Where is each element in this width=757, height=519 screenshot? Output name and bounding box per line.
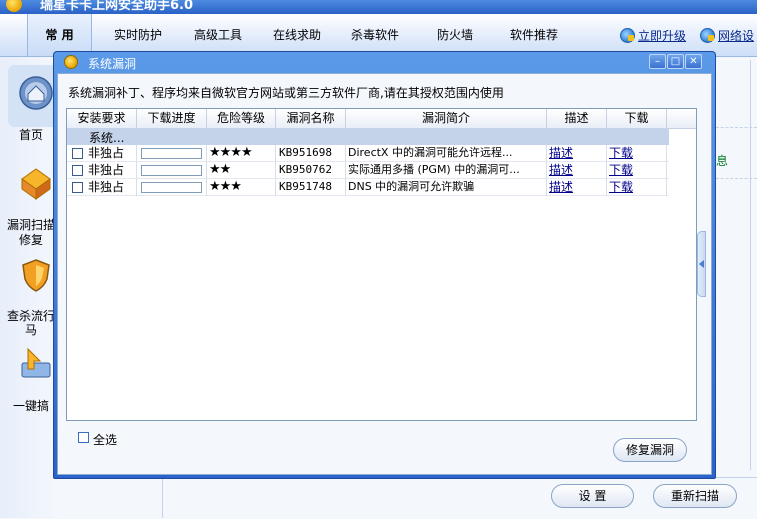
- home-icon: [19, 76, 53, 110]
- maximize-button[interactable]: □: [667, 54, 684, 69]
- tab-antivirus[interactable]: 杀毒软件: [342, 14, 408, 56]
- download-link[interactable]: 下载: [607, 145, 667, 162]
- dialog-intro-text: 系统漏洞补丁、程序均来自微软官方网站或第三方软件厂商,请在其授权范围内使用: [68, 86, 504, 100]
- group-label: 系统...: [89, 131, 125, 145]
- danger-level: ★★★★: [207, 145, 276, 162]
- system-vuln-dialog: 系统漏洞 – □ ✕ 系统漏洞补丁、程序均来自微软官方网站或第三方软件厂商,请在…: [53, 51, 716, 479]
- vuln-list-header: 安装要求 下载进度 危险等级 漏洞名称 漏洞简介 描述 下载: [67, 109, 696, 129]
- danger-level: ★★: [207, 162, 276, 179]
- tab-online-help[interactable]: 在线求助: [264, 14, 330, 56]
- dialog-titlebar[interactable]: 系统漏洞 – □ ✕: [54, 52, 715, 73]
- vuln-brief: DirectX 中的漏洞可能允许远程...: [346, 145, 547, 162]
- tab-common[interactable]: 常 用: [27, 14, 92, 56]
- col-filler: [667, 109, 696, 128]
- vuln-brief: 实际通用多播 (PGM) 中的漏洞可...: [346, 162, 547, 179]
- install-cell: 非独占: [67, 179, 137, 196]
- app-titlebar: 瑞星卡卡上网安全助手6.0: [0, 0, 757, 14]
- vuln-scan-icon: [21, 168, 51, 200]
- right-panel-divider: [716, 127, 757, 128]
- dialog-body: 系统漏洞补丁、程序均来自微软官方网站或第三方软件厂商,请在其授权范围内使用 安装…: [57, 73, 712, 475]
- tab-realtime-protection[interactable]: 实时防护: [105, 14, 171, 56]
- minimize-button[interactable]: –: [649, 54, 666, 69]
- install-req: 非独占: [88, 163, 125, 177]
- progress-cell: [137, 179, 207, 196]
- progress-cell: [137, 162, 207, 179]
- col-danger-level[interactable]: 危险等级: [207, 109, 276, 128]
- col-description[interactable]: 描述: [547, 109, 607, 128]
- download-progress-bar: [141, 148, 202, 159]
- table-row[interactable]: 非独占 ★★★★ KB951698 DirectX 中的漏洞可能允许远程... …: [67, 145, 669, 162]
- install-req: 非独占: [88, 146, 125, 160]
- one-click-icon: [21, 347, 51, 378]
- table-row[interactable]: 非独占 ★★ KB950762 实际通用多播 (PGM) 中的漏洞可... 描述…: [67, 162, 669, 179]
- tab-advanced-tools[interactable]: 高级工具: [185, 14, 251, 56]
- close-button[interactable]: ✕: [685, 54, 702, 69]
- dialog-title: 系统漏洞: [88, 57, 137, 71]
- upgrade-icon: [620, 28, 635, 43]
- select-all-checkbox[interactable]: [78, 432, 89, 443]
- tab-firewall[interactable]: 防火墙: [422, 14, 488, 56]
- col-download[interactable]: 下载: [607, 109, 667, 128]
- vuln-name: KB950762: [276, 162, 346, 179]
- col-download-progress[interactable]: 下载进度: [137, 109, 207, 128]
- download-progress-bar: [141, 182, 202, 193]
- tab-software-recommend[interactable]: 软件推荐: [500, 14, 568, 56]
- network-settings-link[interactable]: 网络设: [700, 28, 754, 44]
- upgrade-now-link[interactable]: 立即升级: [620, 28, 686, 44]
- describe-link[interactable]: 描述: [547, 162, 607, 179]
- repair-vuln-button[interactable]: 修复漏洞: [613, 438, 687, 462]
- app-logo-icon: [6, 0, 22, 12]
- rescan-button[interactable]: 重新扫描: [653, 484, 737, 508]
- shield-icon: [22, 259, 50, 292]
- vuln-name: KB951698: [276, 145, 346, 162]
- right-panel-border: [750, 60, 757, 470]
- right-panel-divider: [716, 178, 757, 179]
- install-cell: 非独占: [67, 162, 137, 179]
- danger-level: ★★★: [207, 179, 276, 196]
- vuln-brief: DNS 中的漏洞可允许欺骗: [346, 179, 547, 196]
- download-link[interactable]: 下载: [607, 179, 667, 196]
- app-title: 瑞星卡卡上网安全助手6.0: [40, 0, 194, 13]
- vuln-list: 安装要求 下载进度 危险等级 漏洞名称 漏洞简介 描述 下载 系统... 非独占: [66, 108, 697, 421]
- install-cell: 非独占: [67, 145, 137, 162]
- settings-button[interactable]: 设 置: [551, 484, 634, 508]
- install-req: 非独占: [88, 180, 125, 194]
- row-checkbox[interactable]: [72, 148, 83, 159]
- row-checkbox[interactable]: [72, 165, 83, 176]
- right-panel-info-link[interactable]: 息: [716, 152, 728, 169]
- vuln-name: KB951748: [276, 179, 346, 196]
- network-settings-icon: [700, 28, 715, 43]
- network-settings-label: 网络设: [718, 29, 755, 43]
- row-checkbox[interactable]: [72, 182, 83, 193]
- select-all-label: 全选: [93, 433, 118, 447]
- describe-link[interactable]: 描述: [547, 179, 607, 196]
- col-install-req[interactable]: 安装要求: [67, 109, 137, 128]
- download-progress-bar: [141, 165, 202, 176]
- upgrade-now-label: 立即升级: [638, 29, 687, 43]
- col-vuln-brief[interactable]: 漏洞简介: [346, 109, 547, 128]
- dialog-app-icon: [64, 55, 78, 69]
- download-link[interactable]: 下载: [607, 162, 667, 179]
- table-row[interactable]: 非独占 ★★★ KB951748 DNS 中的漏洞可允许欺骗 描述 下载: [67, 179, 669, 196]
- progress-cell: [137, 145, 207, 162]
- group-row-system[interactable]: 系统...: [67, 128, 669, 145]
- col-vuln-name[interactable]: 漏洞名称: [276, 109, 346, 128]
- side-collapse-handle[interactable]: [697, 231, 706, 297]
- describe-link[interactable]: 描述: [547, 145, 607, 162]
